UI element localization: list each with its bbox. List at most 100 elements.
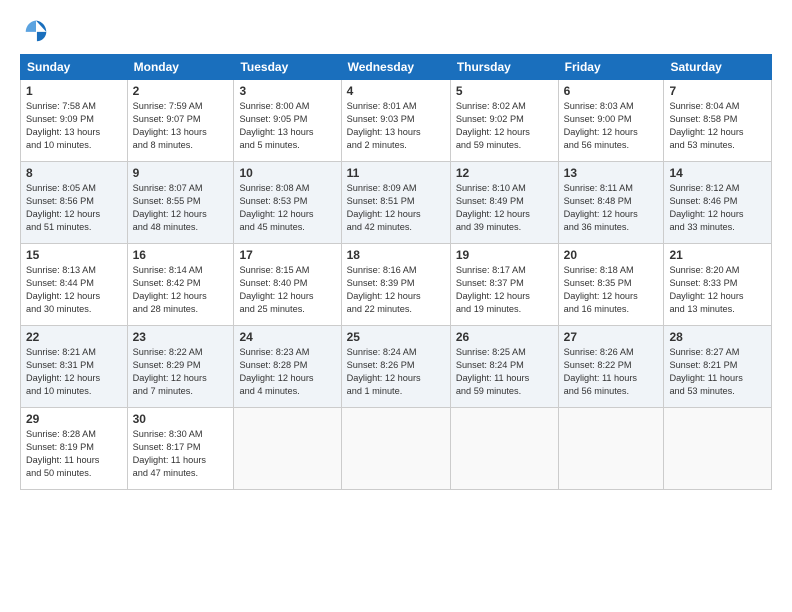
day-info: Sunrise: 8:21 AM Sunset: 8:31 PM Dayligh… [26, 346, 122, 398]
day-number: 15 [26, 248, 122, 262]
calendar-cell: 11Sunrise: 8:09 AM Sunset: 8:51 PM Dayli… [341, 162, 450, 244]
day-info: Sunrise: 8:04 AM Sunset: 8:58 PM Dayligh… [669, 100, 766, 152]
weekday-header: Sunday [21, 55, 128, 80]
calendar-cell: 22 Sunrise: 8:21 AM Sunset: 8:31 PM Dayli… [21, 326, 128, 408]
calendar-cell: 10 Sunrise: 8:08 AM Sunset: 8:53 PM Dayli… [234, 162, 341, 244]
day-number: 11 [347, 166, 445, 180]
logo [20, 16, 50, 44]
day-info: Sunrise: 8:14 AM Sunset: 8:42 PM Dayligh… [133, 264, 229, 316]
day-info: Sunrise: 8:11 AM Sunset: 8:48 PM Dayligh… [564, 182, 659, 234]
weekday-header: Thursday [450, 55, 558, 80]
day-info: Sunrise: 8:30 AM Sunset: 8:17 PM Dayligh… [133, 428, 229, 480]
day-info: Sunrise: 8:01 AM Sunset: 9:03 PM Dayligh… [347, 100, 445, 152]
day-number: 27 [564, 330, 659, 344]
day-number: 30 [133, 412, 229, 426]
day-info: Sunrise: 7:59 AM Sunset: 9:07 PM Dayligh… [133, 100, 229, 152]
day-number: 18 [347, 248, 445, 262]
calendar-cell: 9 Sunrise: 8:07 AM Sunset: 8:55 PM Daylig… [127, 162, 234, 244]
calendar-week-row: 8Sunrise: 8:05 AM Sunset: 8:56 PM Daylig… [21, 162, 772, 244]
day-info: Sunrise: 8:28 AM Sunset: 8:19 PM Dayligh… [26, 428, 122, 480]
day-number: 1 [26, 84, 122, 98]
calendar-cell: 7Sunrise: 8:04 AM Sunset: 8:58 PM Daylig… [664, 80, 772, 162]
day-info: Sunrise: 8:16 AM Sunset: 8:39 PM Dayligh… [347, 264, 445, 316]
weekday-header: Saturday [664, 55, 772, 80]
day-number: 6 [564, 84, 659, 98]
day-info: Sunrise: 8:08 AM Sunset: 8:53 PM Dayligh… [239, 182, 335, 234]
header [20, 16, 772, 44]
calendar-cell: 13 Sunrise: 8:11 AM Sunset: 8:48 PM Dayli… [558, 162, 664, 244]
day-number: 28 [669, 330, 766, 344]
calendar-cell: 12 Sunrise: 8:10 AM Sunset: 8:49 PM Dayli… [450, 162, 558, 244]
calendar-cell: 30 Sunrise: 8:30 AM Sunset: 8:17 PM Dayli… [127, 408, 234, 490]
day-number: 13 [564, 166, 659, 180]
calendar-cell: 17Sunrise: 8:15 AM Sunset: 8:40 PM Dayli… [234, 244, 341, 326]
calendar-cell [341, 408, 450, 490]
weekday-header: Tuesday [234, 55, 341, 80]
day-number: 5 [456, 84, 553, 98]
calendar-week-row: 22 Sunrise: 8:21 AM Sunset: 8:31 PM Dayli… [21, 326, 772, 408]
logo-icon [22, 16, 50, 44]
day-number: 21 [669, 248, 766, 262]
day-number: 24 [239, 330, 335, 344]
day-info: Sunrise: 8:02 AM Sunset: 9:02 PM Dayligh… [456, 100, 553, 152]
day-number: 16 [133, 248, 229, 262]
day-info: Sunrise: 8:12 AM Sunset: 8:46 PM Dayligh… [669, 182, 766, 234]
day-number: 26 [456, 330, 553, 344]
day-number: 25 [347, 330, 445, 344]
day-number: 19 [456, 248, 553, 262]
day-number: 10 [239, 166, 335, 180]
day-info: Sunrise: 8:24 AM Sunset: 8:26 PM Dayligh… [347, 346, 445, 398]
page: SundayMondayTuesdayWednesdayThursdayFrid… [0, 0, 792, 612]
calendar-cell: 6 Sunrise: 8:03 AM Sunset: 9:00 PM Daylig… [558, 80, 664, 162]
day-number: 3 [239, 84, 335, 98]
day-number: 12 [456, 166, 553, 180]
calendar-cell: 21Sunrise: 8:20 AM Sunset: 8:33 PM Dayli… [664, 244, 772, 326]
calendar-cell [450, 408, 558, 490]
day-number: 2 [133, 84, 229, 98]
day-info: Sunrise: 8:07 AM Sunset: 8:55 PM Dayligh… [133, 182, 229, 234]
calendar-cell: 25 Sunrise: 8:24 AM Sunset: 8:26 PM Dayli… [341, 326, 450, 408]
day-info: Sunrise: 8:22 AM Sunset: 8:29 PM Dayligh… [133, 346, 229, 398]
day-number: 20 [564, 248, 659, 262]
weekday-header: Friday [558, 55, 664, 80]
calendar-cell: 27 Sunrise: 8:26 AM Sunset: 8:22 PM Dayli… [558, 326, 664, 408]
calendar-header-row: SundayMondayTuesdayWednesdayThursdayFrid… [21, 55, 772, 80]
day-number: 17 [239, 248, 335, 262]
day-info: Sunrise: 8:17 AM Sunset: 8:37 PM Dayligh… [456, 264, 553, 316]
day-number: 29 [26, 412, 122, 426]
calendar-table: SundayMondayTuesdayWednesdayThursdayFrid… [20, 54, 772, 490]
calendar-cell: 20 Sunrise: 8:18 AM Sunset: 8:35 PM Dayli… [558, 244, 664, 326]
calendar-cell: 24 Sunrise: 8:23 AM Sunset: 8:28 PM Dayli… [234, 326, 341, 408]
day-number: 14 [669, 166, 766, 180]
calendar-cell: 28 Sunrise: 8:27 AM Sunset: 8:21 PM Dayli… [664, 326, 772, 408]
calendar-cell [234, 408, 341, 490]
calendar-cell: 15Sunrise: 8:13 AM Sunset: 8:44 PM Dayli… [21, 244, 128, 326]
day-info: Sunrise: 7:58 AM Sunset: 9:09 PM Dayligh… [26, 100, 122, 152]
day-number: 22 [26, 330, 122, 344]
day-info: Sunrise: 8:05 AM Sunset: 8:56 PM Dayligh… [26, 182, 122, 234]
day-number: 4 [347, 84, 445, 98]
day-info: Sunrise: 8:18 AM Sunset: 8:35 PM Dayligh… [564, 264, 659, 316]
day-info: Sunrise: 8:27 AM Sunset: 8:21 PM Dayligh… [669, 346, 766, 398]
calendar-cell: 19 Sunrise: 8:17 AM Sunset: 8:37 PM Dayli… [450, 244, 558, 326]
calendar-week-row: 1 Sunrise: 7:58 AM Sunset: 9:09 PM Daylig… [21, 80, 772, 162]
day-number: 9 [133, 166, 229, 180]
calendar-cell [558, 408, 664, 490]
weekday-header: Monday [127, 55, 234, 80]
weekday-header: Wednesday [341, 55, 450, 80]
day-info: Sunrise: 8:00 AM Sunset: 9:05 PM Dayligh… [239, 100, 335, 152]
calendar-cell: 2 Sunrise: 7:59 AM Sunset: 9:07 PM Daylig… [127, 80, 234, 162]
calendar-cell: 8Sunrise: 8:05 AM Sunset: 8:56 PM Daylig… [21, 162, 128, 244]
day-info: Sunrise: 8:10 AM Sunset: 8:49 PM Dayligh… [456, 182, 553, 234]
calendar-cell [664, 408, 772, 490]
calendar-cell: 23Sunrise: 8:22 AM Sunset: 8:29 PM Dayli… [127, 326, 234, 408]
day-info: Sunrise: 8:25 AM Sunset: 8:24 PM Dayligh… [456, 346, 553, 398]
calendar-cell: 4 Sunrise: 8:01 AM Sunset: 9:03 PM Daylig… [341, 80, 450, 162]
day-info: Sunrise: 8:03 AM Sunset: 9:00 PM Dayligh… [564, 100, 659, 152]
day-info: Sunrise: 8:26 AM Sunset: 8:22 PM Dayligh… [564, 346, 659, 398]
calendar-cell: 16 Sunrise: 8:14 AM Sunset: 8:42 PM Dayli… [127, 244, 234, 326]
calendar-cell: 29 Sunrise: 8:28 AM Sunset: 8:19 PM Dayli… [21, 408, 128, 490]
calendar-week-row: 29 Sunrise: 8:28 AM Sunset: 8:19 PM Dayli… [21, 408, 772, 490]
calendar-week-row: 15Sunrise: 8:13 AM Sunset: 8:44 PM Dayli… [21, 244, 772, 326]
day-info: Sunrise: 8:23 AM Sunset: 8:28 PM Dayligh… [239, 346, 335, 398]
